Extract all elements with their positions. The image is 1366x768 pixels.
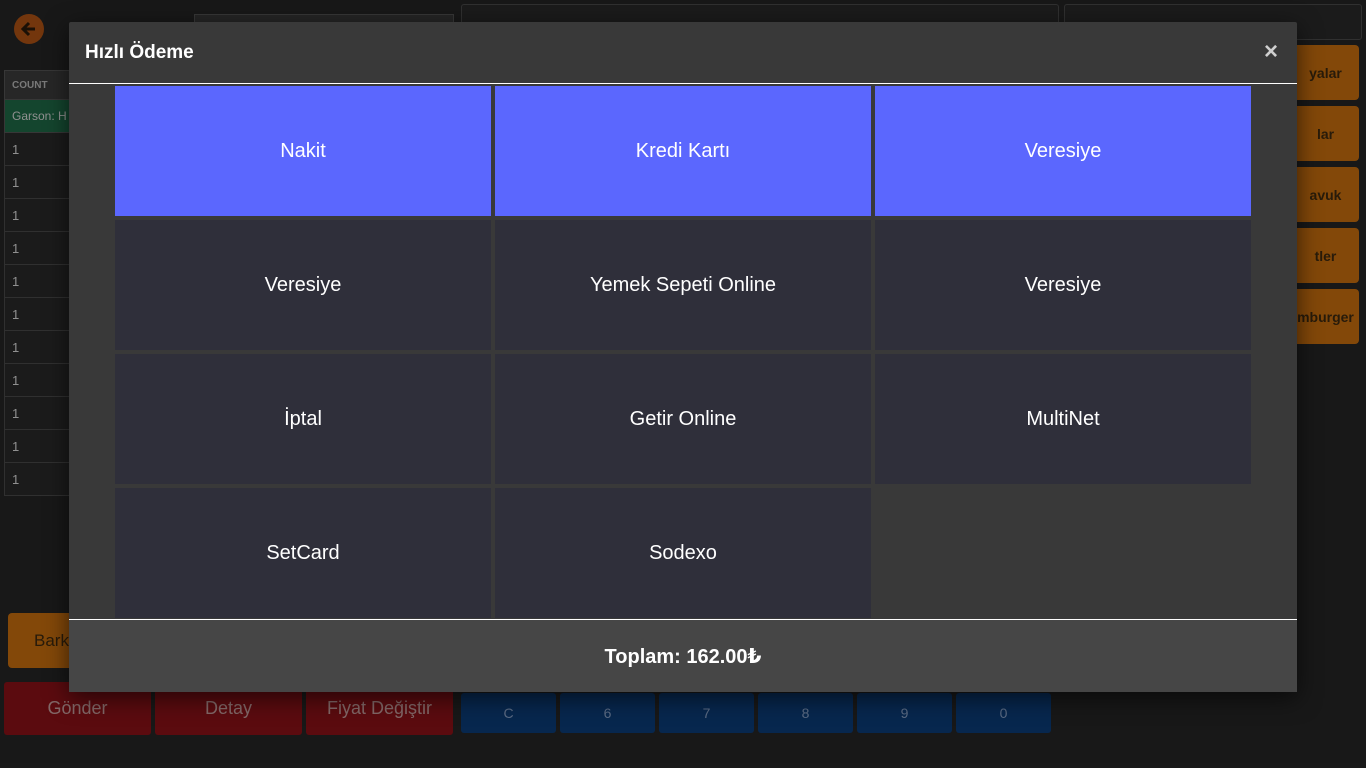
payment-option-button[interactable]: Sodexo xyxy=(495,488,871,618)
payment-option-button[interactable]: Nakit xyxy=(115,86,491,216)
payment-option-button[interactable]: MultiNet xyxy=(875,354,1251,484)
total-amount: Toplam: 162.00₺ xyxy=(604,645,762,668)
quick-payment-modal: Hızlı Ödeme × Nakit Kredi Kartı Veresiye Ve… xyxy=(69,22,1297,692)
header-divider xyxy=(69,83,1297,84)
modal-title: Hızlı Ödeme xyxy=(85,42,194,63)
payment-option-button[interactable]: Veresiye xyxy=(115,220,491,350)
payment-option-button[interactable]: Getir Online xyxy=(495,354,871,484)
modal-footer: Toplam: 162.00₺ xyxy=(69,620,1297,692)
payment-option-button[interactable]: Yemek Sepeti Online xyxy=(495,220,871,350)
modal-header: Hızlı Ödeme × xyxy=(69,22,1297,83)
payment-option-button[interactable]: Veresiye xyxy=(875,220,1251,350)
payment-option-button[interactable]: Veresiye xyxy=(875,86,1251,216)
payment-option-button[interactable]: İptal xyxy=(115,354,491,484)
payment-option-button[interactable]: SetCard xyxy=(115,488,491,618)
payment-options-grid: Nakit Kredi Kartı Veresiye Veresiye Yemek Se… xyxy=(115,86,1251,618)
payment-option-button[interactable]: Kredi Kartı xyxy=(495,86,871,216)
close-icon[interactable]: × xyxy=(1261,40,1281,64)
